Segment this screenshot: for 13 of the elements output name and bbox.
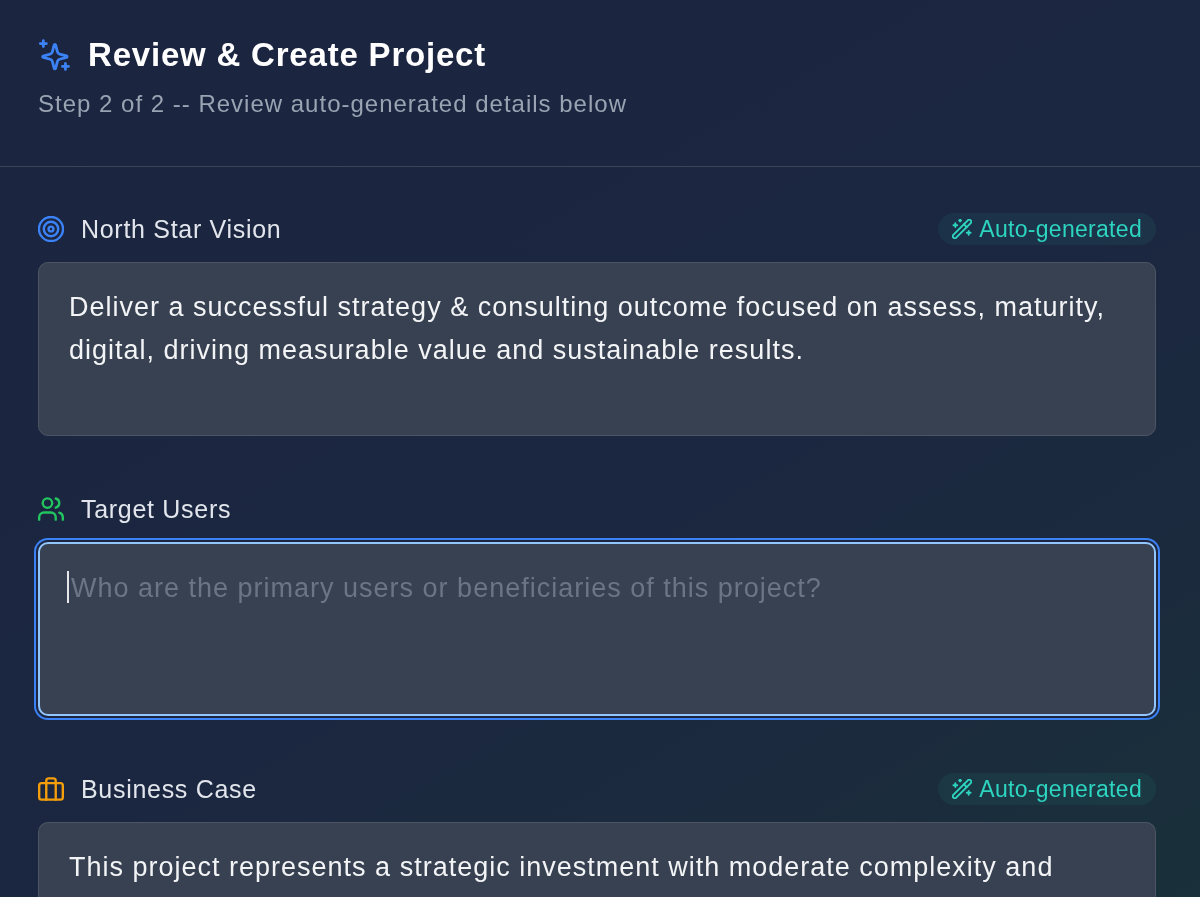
text-area-field[interactable]: This project represents a strategic investment with moderate complexity and	[38, 822, 1156, 897]
text-area-field[interactable]: Deliver a successful strategy & consulting outcome focused on assess, maturity, digital, driving measurable value and sustainable results.	[38, 262, 1156, 436]
text-cursor	[67, 571, 69, 603]
magic-wand-icon	[952, 219, 973, 239]
section-label: North Star Vision	[81, 214, 282, 244]
magic-wand-icon	[952, 779, 973, 799]
section-label: Target Users	[81, 494, 232, 524]
status-text: Auto-generated	[979, 215, 1142, 243]
status-text: Auto-generated	[979, 775, 1142, 803]
page-subtitle: Step 2 of 2 -- Review auto-generated details below	[38, 89, 628, 119]
page-title: Review & Create Project	[88, 35, 487, 75]
section-label: Business Case	[81, 774, 257, 804]
sparkles-icon	[38, 39, 70, 71]
